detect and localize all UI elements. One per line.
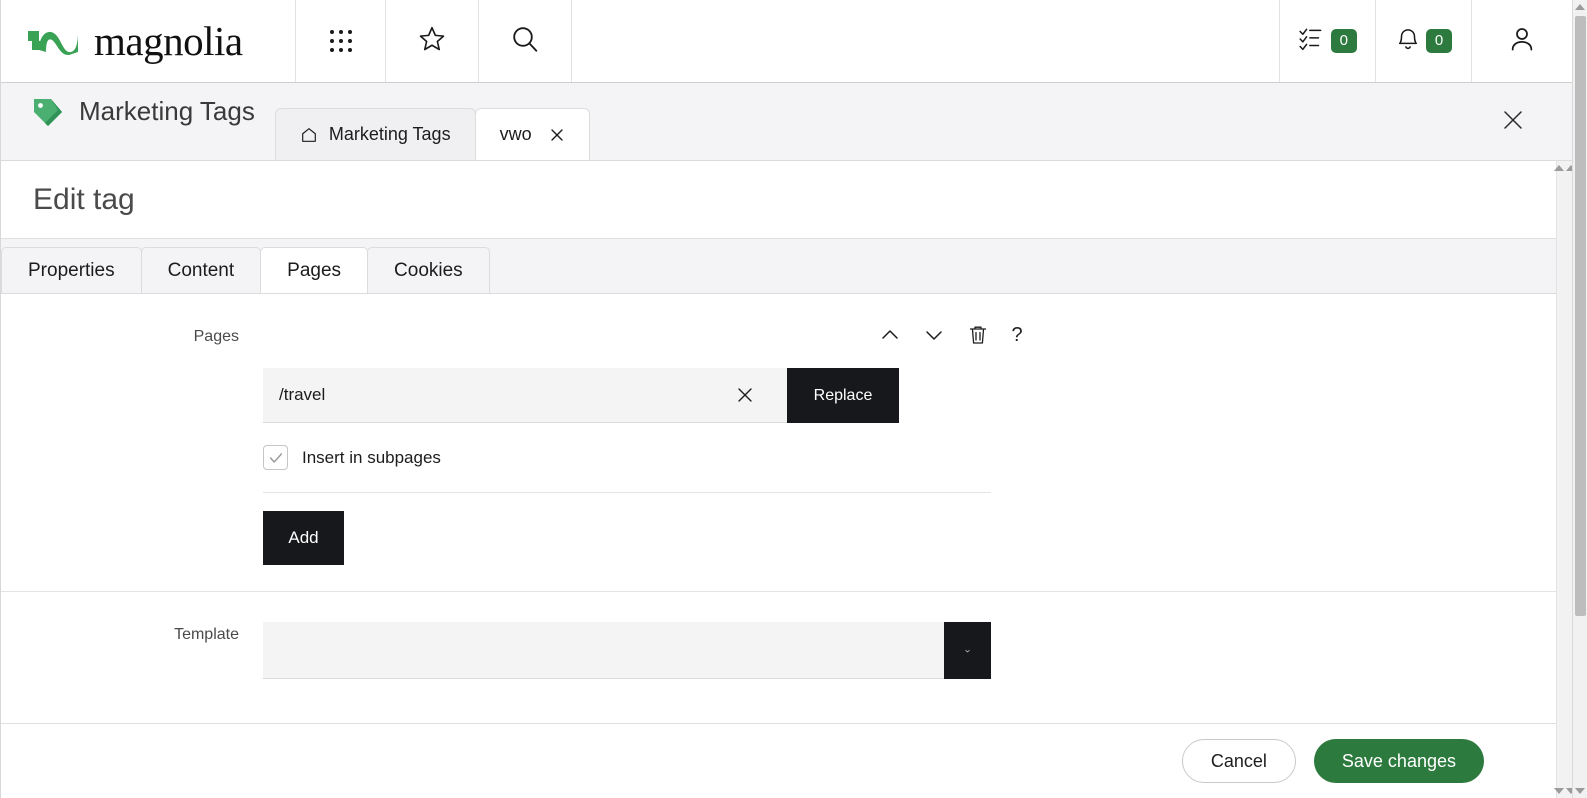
user-menu-button[interactable] — [1472, 0, 1572, 82]
bell-icon — [1395, 25, 1421, 58]
pages-input-value: /travel — [279, 385, 735, 405]
save-changes-button[interactable]: Save changes — [1314, 739, 1484, 783]
page-heading: Edit tag — [1, 161, 1556, 239]
form-area: Pages — [1, 294, 1556, 723]
window-tabstrip: Marketing Tags vwo — [275, 83, 590, 160]
brand-home-link[interactable]: magnolia — [1, 0, 296, 82]
application-root: magnolia — [0, 0, 1572, 798]
dialog-header: Marketing Tags Marketing Tags vwo — [1, 83, 1572, 161]
favorites-button[interactable] — [386, 0, 479, 82]
magnolia-logo-icon — [26, 19, 88, 63]
tab-content[interactable]: Content — [141, 247, 262, 293]
help-icon[interactable]: ? — [1011, 325, 1023, 345]
replace-button[interactable]: Replace — [787, 368, 899, 423]
template-select-group — [263, 622, 991, 679]
dialog-close-icon[interactable] — [1502, 109, 1524, 131]
window-tab-label: vwo — [500, 124, 532, 145]
page-scroll-thumb[interactable] — [1575, 16, 1586, 616]
tasks-button[interactable]: 0 — [1280, 0, 1376, 82]
page-scroll-down-icon[interactable] — [1575, 788, 1585, 794]
global-topbar: magnolia — [1, 0, 1572, 83]
window-tab-vwo[interactable]: vwo — [475, 108, 590, 160]
star-icon — [417, 24, 447, 59]
dialog-body: Edit tag Properties Content Pages Cookie… — [1, 161, 1572, 798]
scroll-up-icon[interactable] — [1554, 165, 1564, 171]
pages-row-toolbar: ? — [263, 322, 1023, 348]
scroll-up-arrows[interactable] — [1557, 165, 1572, 171]
search-button[interactable] — [479, 0, 572, 82]
search-icon — [509, 23, 541, 60]
notifications-button[interactable]: 0 — [1376, 0, 1472, 82]
tab-label: Content — [168, 260, 235, 282]
field-row-template: Template — [1, 592, 1556, 705]
tasks-checklist-icon — [1298, 26, 1326, 57]
template-dropdown-toggle[interactable] — [944, 622, 991, 679]
close-icon[interactable] — [549, 127, 565, 143]
pages-text-input[interactable]: /travel — [263, 368, 787, 423]
app-title-block: Marketing Tags — [1, 83, 275, 160]
delete-icon[interactable] — [967, 324, 989, 346]
dialog-vertical-scrollbar[interactable] — [1556, 161, 1572, 798]
topbar-empty-space — [572, 0, 1280, 82]
move-down-icon[interactable] — [923, 324, 945, 346]
tab-label: Cookies — [394, 260, 463, 282]
dialog-scroll-pane: Edit tag Properties Content Pages Cookie… — [1, 161, 1556, 798]
pages-field-label: Pages — [1, 322, 263, 591]
template-select-value[interactable] — [263, 622, 944, 679]
tasks-count-badge: 0 — [1331, 29, 1357, 54]
pages-input-group: /travel Replace — [263, 368, 899, 423]
apps-launcher-button[interactable] — [296, 0, 386, 82]
template-field-control — [263, 620, 1556, 705]
tag-icon — [31, 95, 65, 129]
tab-pages[interactable]: Pages — [260, 247, 368, 293]
tab-label: Properties — [28, 260, 115, 282]
add-button[interactable]: Add — [263, 511, 344, 565]
field-row-pages: Pages — [1, 294, 1556, 592]
insert-in-subpages-row: Insert in subpages — [263, 445, 991, 493]
scroll-down-icon[interactable] — [1554, 788, 1564, 794]
dialog-footer: Cancel Save changes — [1, 723, 1556, 798]
user-avatar-icon — [1507, 24, 1537, 59]
insert-in-subpages-label: Insert in subpages — [302, 448, 441, 468]
insert-in-subpages-checkbox[interactable] — [263, 445, 288, 470]
form-tabbar: Properties Content Pages Cookies — [1, 239, 1556, 294]
browser-vertical-scrollbar[interactable] — [1572, 0, 1587, 798]
apps-grid-icon — [330, 30, 352, 52]
app-title: Marketing Tags — [79, 96, 255, 127]
notifications-count-badge: 0 — [1426, 29, 1452, 54]
clear-icon[interactable] — [735, 385, 755, 405]
page-scroll-up-icon[interactable] — [1575, 4, 1585, 10]
template-field-label: Template — [1, 620, 263, 705]
edit-tag-dialog: Marketing Tags Marketing Tags vwo — [1, 83, 1572, 798]
window-tab-label: Marketing Tags — [329, 124, 451, 145]
window-tab-marketing-tags[interactable]: Marketing Tags — [275, 108, 476, 160]
home-icon — [300, 126, 318, 144]
pages-field-control: ? /travel — [263, 322, 1556, 591]
tab-label: Pages — [287, 260, 341, 282]
page-title: Edit tag — [33, 183, 135, 217]
move-up-icon[interactable] — [879, 324, 901, 346]
tab-cookies[interactable]: Cookies — [367, 247, 490, 293]
scroll-down-arrows[interactable] — [1557, 788, 1572, 794]
brand-name: magnolia — [94, 21, 243, 62]
cancel-button[interactable]: Cancel — [1182, 739, 1296, 783]
tab-properties[interactable]: Properties — [1, 247, 142, 293]
